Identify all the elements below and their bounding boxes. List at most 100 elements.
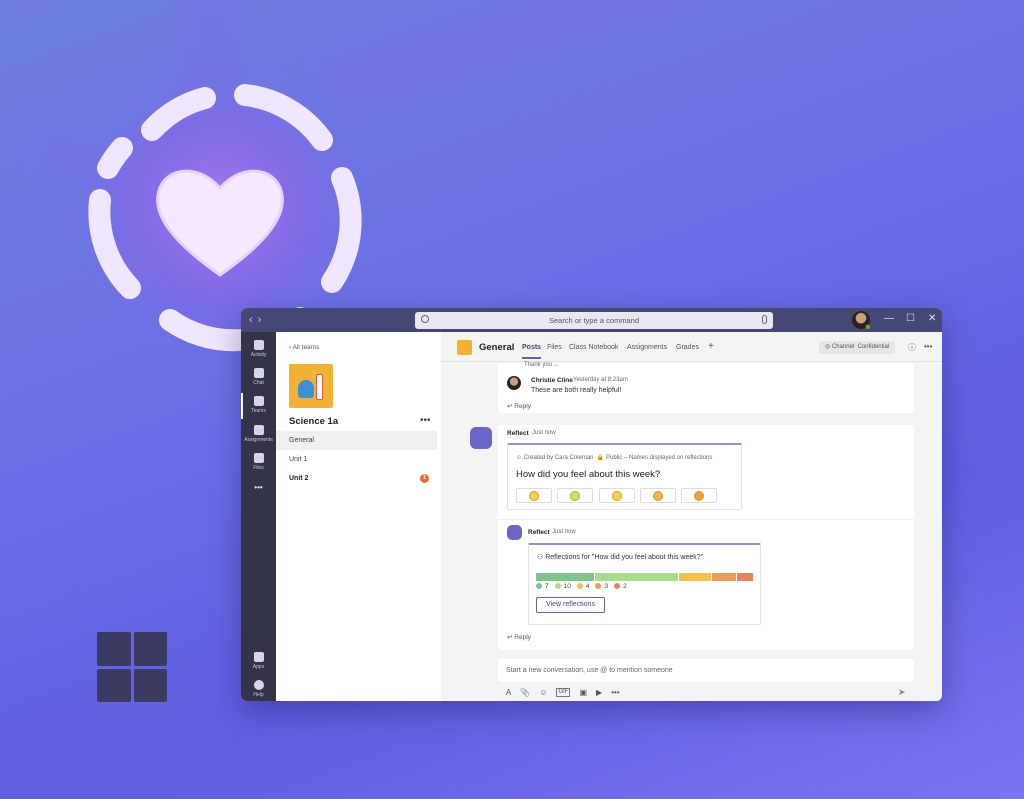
legend-dot-icon bbox=[614, 583, 621, 589]
channel-general[interactable]: General bbox=[276, 431, 437, 450]
back-arrow-icon[interactable]: ‹ bbox=[249, 314, 258, 326]
forward-arrow-icon[interactable]: › bbox=[258, 314, 267, 326]
add-tab-button[interactable]: + bbox=[708, 341, 714, 352]
legend-count: 4 bbox=[585, 583, 590, 590]
attach-icon[interactable]: 📎 bbox=[520, 688, 530, 697]
emoji-option-3[interactable] bbox=[599, 488, 635, 503]
emoji-option-5[interactable] bbox=[681, 488, 717, 503]
previous-message: Thank you ... bbox=[524, 362, 559, 368]
legend-item: 2 bbox=[614, 583, 627, 590]
close-button[interactable]: ✕ bbox=[928, 313, 936, 324]
tab-assignments[interactable]: Assignments bbox=[627, 344, 667, 351]
legend-count: 7 bbox=[545, 583, 549, 590]
emoji-icon[interactable]: ☺ bbox=[539, 688, 547, 697]
visibility-text: Public – Names displayed on reflections bbox=[605, 455, 713, 461]
assignments-icon bbox=[253, 425, 264, 435]
emoji-option-4[interactable] bbox=[640, 488, 676, 503]
message-text: These are both really helpful! bbox=[531, 387, 622, 394]
tab-posts[interactable]: Posts bbox=[522, 344, 542, 359]
emoji-option-1[interactable] bbox=[516, 488, 552, 503]
legend-dot-icon bbox=[576, 583, 583, 589]
view-reflections-button[interactable]: View reflections bbox=[536, 597, 605, 613]
legend-item: 7 bbox=[536, 583, 549, 590]
teams-window: ‹› Search or type a command — ☐ ✕ Activi… bbox=[241, 308, 942, 701]
reflect-poll-card: ☺ Created by Cara Coleman 🔒 Public – Nam… bbox=[507, 443, 742, 510]
confidential-label: Confidential bbox=[857, 344, 890, 350]
send-icon[interactable]: ➤ bbox=[898, 687, 906, 698]
apps-icon bbox=[253, 652, 264, 662]
emoji-icon bbox=[612, 491, 622, 501]
poll-created-by: ☺ Created by Cara Coleman 🔒 Public – Nam… bbox=[516, 455, 713, 461]
rail-teams[interactable]: Teams bbox=[241, 393, 276, 419]
rail-files[interactable]: Files bbox=[241, 453, 276, 471]
more-icon[interactable]: ••• bbox=[241, 483, 276, 492]
info-icon[interactable]: ⓘ bbox=[908, 342, 916, 353]
more-apps-icon[interactable]: ••• bbox=[611, 688, 619, 697]
tab-class-notebook[interactable]: Class Notebook bbox=[569, 344, 618, 351]
reply-label: Reply bbox=[514, 403, 531, 410]
minimize-button[interactable]: — bbox=[884, 313, 894, 324]
team-more-icon[interactable]: ••• bbox=[420, 415, 431, 426]
legend-item: 3 bbox=[595, 583, 608, 590]
format-icon[interactable]: A bbox=[506, 688, 511, 697]
legend-dot-icon bbox=[595, 583, 602, 589]
channel-main: General Posts Files Class Notebook Assig… bbox=[441, 332, 942, 701]
help-icon bbox=[253, 680, 264, 690]
emoji-icon bbox=[529, 491, 539, 501]
tab-files[interactable]: Files bbox=[547, 344, 562, 351]
reflect-time: Just now bbox=[532, 430, 556, 436]
team-image bbox=[289, 364, 333, 408]
reflect-reply-author: Reflect bbox=[528, 529, 550, 536]
channel-unit-2[interactable]: Unit 2 1 bbox=[276, 469, 437, 488]
reflection-distribution-bar bbox=[536, 573, 754, 581]
all-teams-link[interactable]: ‹ All teams bbox=[289, 344, 319, 351]
meet-icon[interactable]: ▶ bbox=[596, 688, 602, 697]
rail-label: Apps bbox=[252, 664, 265, 670]
channel-label: Unit 2 bbox=[289, 475, 309, 482]
more-options-icon[interactable]: ••• bbox=[924, 342, 932, 351]
distribution-segment bbox=[712, 573, 737, 581]
created-by-text: Created by Cara Coleman bbox=[523, 455, 594, 461]
compose-input[interactable]: Start a new conversation, use @ to menti… bbox=[498, 659, 914, 682]
reflections-summary-card: ⚇ Reflections for "How did you feel abou… bbox=[528, 543, 761, 625]
tab-grades[interactable]: Grades bbox=[676, 344, 699, 351]
sticker-icon[interactable]: ▣ bbox=[579, 688, 587, 697]
search-icon bbox=[421, 315, 429, 323]
reflect-thread: Reflect Just now ☺ Created by Cara Colem… bbox=[470, 425, 914, 650]
reflect-reply-time: Just now bbox=[552, 529, 576, 535]
windows-logo bbox=[97, 632, 167, 702]
compose-toolbar: A 📎 ☺ GIF ▣ ▶ ••• bbox=[506, 688, 620, 697]
title-bar: ‹› Search or type a command — ☐ ✕ bbox=[241, 308, 942, 332]
reply-label: Reply bbox=[514, 634, 531, 641]
rail-chat[interactable]: Chat bbox=[241, 368, 276, 386]
rail-activity[interactable]: Activity bbox=[241, 340, 276, 358]
channel-team-icon bbox=[457, 340, 472, 355]
reflect-avatar-icon bbox=[470, 427, 492, 449]
emoji-option-2[interactable] bbox=[557, 488, 593, 503]
maximize-button[interactable]: ☐ bbox=[906, 313, 915, 324]
reply-button[interactable]: ↩ Reply bbox=[507, 402, 531, 410]
distribution-segment bbox=[678, 573, 712, 581]
nav-arrows[interactable]: ‹› bbox=[249, 314, 279, 326]
channel-sensitivity-pill[interactable]: ◎ Channel Confidential bbox=[819, 341, 896, 354]
user-avatar[interactable] bbox=[852, 311, 871, 330]
channel-unit-1[interactable]: Unit 1 bbox=[276, 450, 437, 469]
search-input[interactable]: Search or type a command bbox=[415, 312, 773, 329]
legend-item: 4 bbox=[576, 583, 590, 590]
rail-assignments[interactable]: Assignments bbox=[241, 425, 276, 443]
divider bbox=[498, 519, 914, 520]
rail-label: Files bbox=[253, 465, 264, 471]
reply-button[interactable]: ↩ Reply bbox=[507, 633, 531, 641]
reflect-reply-avatar-icon bbox=[507, 525, 522, 540]
microphone-icon[interactable] bbox=[762, 315, 767, 324]
presence-icon bbox=[865, 324, 871, 330]
poll-question: How did you feel about this week? bbox=[516, 469, 661, 480]
rail-help[interactable]: Help bbox=[241, 680, 276, 698]
rail-apps[interactable]: Apps bbox=[241, 652, 276, 670]
gif-icon[interactable]: GIF bbox=[556, 688, 571, 697]
reflections-title-text: Reflections for "How did you feel about … bbox=[545, 554, 704, 561]
message-author: Christie Cline bbox=[531, 377, 573, 384]
rail-label: Chat bbox=[253, 380, 264, 386]
legend-item: 10 bbox=[554, 583, 571, 590]
rail-label: Teams bbox=[251, 408, 266, 414]
